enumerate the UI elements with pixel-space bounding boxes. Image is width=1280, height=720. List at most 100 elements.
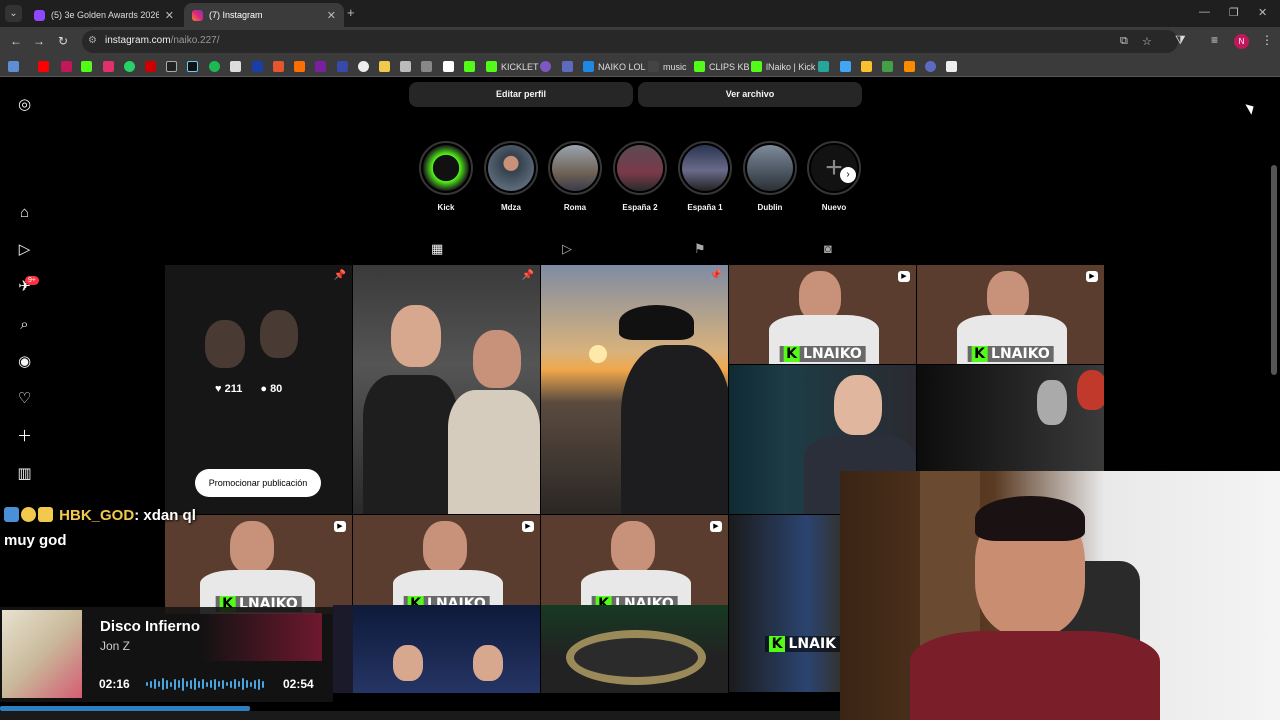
- tab-reels-icon[interactable]: ▷: [562, 241, 572, 257]
- bookmark-chrome-icon[interactable]: [358, 60, 369, 73]
- bookmark-orange2-icon[interactable]: [294, 60, 305, 73]
- post-clock-show[interactable]: [353, 605, 540, 693]
- highlight-espana-1[interactable]: España 1: [678, 141, 732, 212]
- x-bookmark-icon[interactable]: [166, 60, 177, 73]
- tab-tagged-icon[interactable]: ◙: [824, 241, 832, 256]
- reload-icon[interactable]: ↻: [58, 34, 68, 48]
- highlight-mdza[interactable]: Mdza: [484, 141, 538, 212]
- bookmark-clips-kb[interactable]: CLIPS KB: [694, 60, 750, 73]
- address-bar[interactable]: ⚙ instagram.com/naiko.227/ ⧉ ☆: [82, 30, 1178, 53]
- youtube-bookmark-icon[interactable]: [38, 60, 49, 73]
- bookmark-green-icon[interactable]: [464, 60, 475, 73]
- post-stadium[interactable]: [541, 605, 728, 693]
- browser-tab-instagram[interactable]: (7) Instagram ✕: [184, 3, 344, 27]
- tab-saved-bookmark-icon[interactable]: ⚑: [694, 241, 706, 257]
- tab-title: (5) 3e Golden Awards 2026 ✨: [51, 9, 159, 20]
- site-info-icon[interactable]: ⚙: [88, 35, 97, 46]
- bookmark-cat-icon[interactable]: [400, 60, 411, 73]
- whatsapp-bookmark-icon[interactable]: [124, 60, 135, 73]
- instagram-logo-icon[interactable]: ◎: [16, 96, 33, 113]
- bookmark-diamond-icon[interactable]: [443, 60, 454, 73]
- bookmark-orange-icon[interactable]: [273, 60, 284, 73]
- notification-badge: 9+: [25, 276, 39, 285]
- close-tab-icon[interactable]: ✕: [165, 9, 174, 22]
- profile-avatar[interactable]: N: [1234, 34, 1249, 49]
- post-reel-stream-2[interactable]: ▶ K LNAIKO: [917, 265, 1104, 364]
- post-partial-x[interactable]: [333, 605, 353, 693]
- close-window-icon[interactable]: ✕: [1258, 6, 1267, 19]
- post-boxing[interactable]: [917, 365, 1104, 471]
- post-stream-sponsors[interactable]: K LNAIK: [729, 515, 840, 692]
- search-icon[interactable]: ⌕: [16, 316, 33, 333]
- new-tab-button[interactable]: +: [347, 5, 355, 20]
- bookmark-grey-icon[interactable]: [421, 60, 432, 73]
- bookmark-kicklet[interactable]: KICKLET: [486, 60, 539, 73]
- pin-icon: 📌: [709, 270, 722, 281]
- back-icon[interactable]: ←: [10, 34, 22, 48]
- bookmark-naiko-lol[interactable]: NAIKO LOL: [583, 60, 646, 73]
- reels-icon[interactable]: ▷: [16, 241, 33, 258]
- bookmark-folder-icon[interactable]: [379, 60, 390, 73]
- heart-icon[interactable]: ♡: [16, 390, 33, 407]
- spotify-bookmark-icon[interactable]: [209, 60, 220, 73]
- chevron-right-icon[interactable]: ›: [840, 167, 856, 183]
- post-reel-stream-1[interactable]: ▶ K LNAIKO: [729, 265, 916, 364]
- edit-profile-button[interactable]: Editar perfil: [409, 82, 633, 107]
- forward-icon[interactable]: →: [33, 34, 45, 48]
- twitch-bookmark-icon[interactable]: [61, 60, 72, 73]
- page-scrollbar[interactable]: [1271, 165, 1277, 375]
- post-sunset-beach[interactable]: 📌: [541, 265, 728, 514]
- bookmark-blue-icon[interactable]: [252, 60, 263, 73]
- highlight-dublin[interactable]: Dublin: [743, 141, 797, 212]
- bookmark-chart-icon[interactable]: [840, 60, 851, 73]
- minimize-icon[interactable]: —: [1199, 6, 1210, 18]
- comment-icon: ●: [260, 383, 267, 395]
- reel-icon: ▶: [334, 521, 346, 532]
- bookmark-search-icon[interactable]: [337, 60, 348, 73]
- bookmark-white-icon[interactable]: [946, 60, 957, 73]
- browser-tab-golden-awards[interactable]: (5) 3e Golden Awards 2026 ✨ ✕: [26, 3, 182, 27]
- tab-posts-grid-icon[interactable]: ▦: [431, 241, 443, 257]
- post-hover-group-photo[interactable]: 📌 ♥ 211 ● 80 Promocionar publicación: [165, 265, 352, 514]
- chat-text-line-2: muy god: [4, 532, 67, 549]
- dashboard-icon[interactable]: ▥: [16, 465, 33, 482]
- promote-post-button[interactable]: Promocionar publicación: [195, 469, 321, 497]
- album-cover: [2, 610, 82, 698]
- bookmark-s-icon[interactable]: [230, 60, 241, 73]
- bookmark-music[interactable]: music: [648, 60, 687, 73]
- bookmark-green2-icon[interactable]: [882, 60, 893, 73]
- view-archive-button[interactable]: Ver archivo: [638, 82, 862, 107]
- kick-bookmark-icon[interactable]: [81, 60, 92, 73]
- bookmark-shield-icon[interactable]: [562, 60, 573, 73]
- install-app-icon[interactable]: ⧉: [1120, 35, 1128, 48]
- reel-icon: ▶: [522, 521, 534, 532]
- bookmark-purple-icon[interactable]: [315, 60, 326, 73]
- menu-icon[interactable]: ⋮: [1261, 33, 1273, 47]
- restore-icon[interactable]: ❐: [1229, 6, 1239, 19]
- tab-search-button[interactable]: ⌄: [5, 5, 22, 22]
- bookmark-yellow-icon[interactable]: [861, 60, 872, 73]
- highlight-kick[interactable]: Kick: [419, 141, 473, 212]
- media-control-icon[interactable]: ≡: [1211, 33, 1218, 47]
- bookmark-naiko-kick[interactable]: lNaiko | Kick: [751, 60, 815, 73]
- extensions-icon[interactable]: ⧩: [1175, 33, 1186, 48]
- highlight-espana-2[interactable]: España 2: [613, 141, 667, 212]
- close-tab-icon[interactable]: ✕: [327, 9, 336, 22]
- bookmark-star-icon[interactable]: ☆: [1142, 35, 1152, 48]
- instagram-bookmark-icon[interactable]: [103, 60, 114, 73]
- create-icon[interactable]: ＋: [16, 428, 33, 445]
- post-reel-stream-4[interactable]: ▶ K LNAIKO: [353, 515, 540, 614]
- explore-icon[interactable]: ◉: [16, 353, 33, 370]
- pinterest-bookmark-icon[interactable]: [145, 60, 156, 73]
- kick-watermark: K LNAIKO: [967, 346, 1054, 362]
- highlight-roma[interactable]: Roma: [548, 141, 602, 212]
- bookmark-teal-icon[interactable]: [818, 60, 829, 73]
- bookmark-u-icon[interactable]: [904, 60, 915, 73]
- home-icon[interactable]: ⌂: [16, 204, 33, 221]
- bookmark-swirl-icon[interactable]: [925, 60, 936, 73]
- post-selfie-station[interactable]: 📌: [353, 265, 540, 514]
- apps-icon[interactable]: [8, 60, 19, 73]
- post-reel-stream-5[interactable]: ▶ K LNAIKO: [541, 515, 728, 614]
- bookmark-violet-icon[interactable]: [540, 60, 551, 73]
- tiktok-bookmark-icon[interactable]: [187, 60, 198, 73]
